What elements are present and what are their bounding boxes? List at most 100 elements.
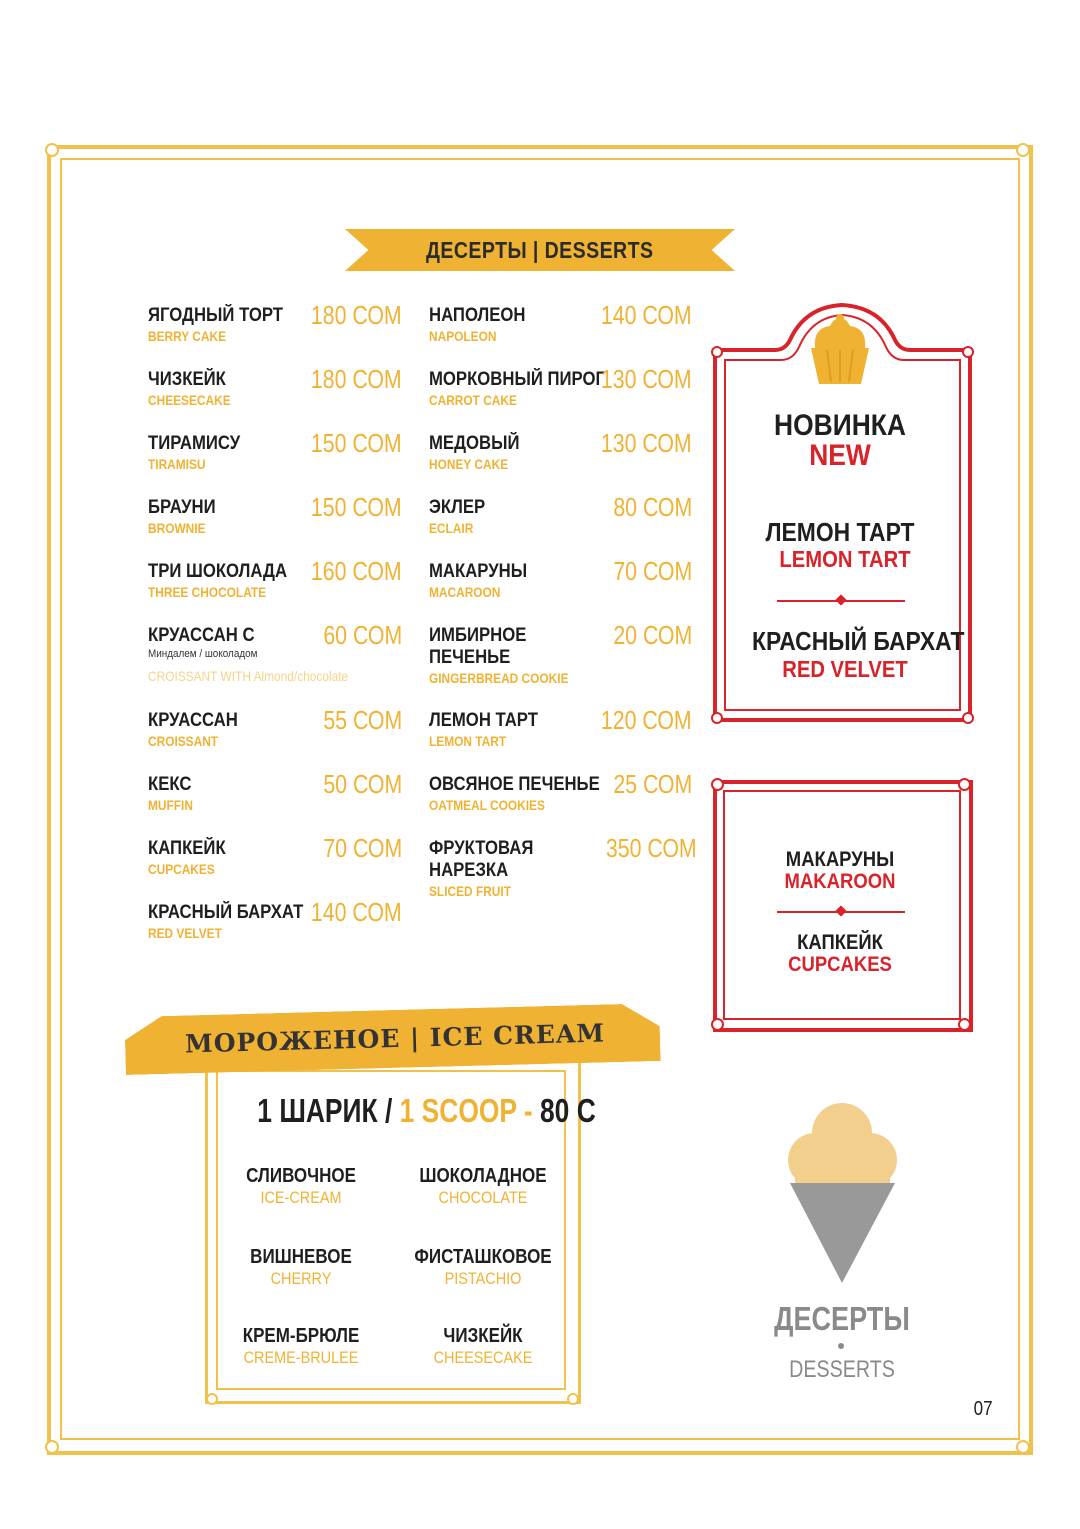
promo-corner-dot — [711, 1018, 724, 1031]
new-item-ru: ЛЕМОН ТАРТ — [765, 517, 915, 547]
flavor-ru: КРЕМ-БРЮЛЕ — [242, 1325, 360, 1347]
item-name-en: BROWNIE — [148, 520, 206, 536]
item-name-en: MUFFIN — [148, 797, 193, 813]
item-name-en: GINGERBREAD COOKIE — [429, 670, 569, 686]
flavor-en: CHOCOLATE — [438, 1188, 528, 1207]
menu-item: КЕКС MUFFIN — [148, 774, 201, 814]
item-name-ru: КЕКС — [148, 774, 192, 795]
scoop-ru: 1 ШАРИК / — [257, 1092, 393, 1129]
item-name-en: BERRY CAKE — [148, 328, 227, 344]
promo-corner-dot — [958, 1018, 971, 1031]
item-name-en: MACAROON — [429, 584, 501, 600]
new-item-ru: КРАСНЫЙ БАРХАТ — [752, 626, 965, 656]
menu-item: КРУАССАН CROISSANT — [148, 710, 250, 750]
item-name-en: RED VELVET — [148, 925, 222, 941]
item-name-en: THREE CHOCOLATE — [148, 584, 267, 600]
item-price: 130 СОМ — [601, 364, 692, 394]
menu-item: НАПОЛЕОН NAPOLEON — [429, 305, 539, 345]
scoop-price: 80 С — [539, 1092, 596, 1129]
item-name-ru: МАКАРУНЫ — [429, 561, 528, 582]
item-name-ru: МЕДОВЫЙ — [429, 433, 520, 454]
flavor-item: ШОКОЛАДНОЕ CHOCOLATE — [398, 1164, 568, 1208]
item-name-en: CHEESECAKE — [148, 392, 231, 408]
menu-item: МОРКОВНЫЙ ПИРОГ CARROT CAKE — [429, 369, 629, 409]
item-price: 70 СОМ — [613, 556, 692, 586]
promo-item-ru: КАПКЕЙК — [797, 931, 883, 954]
item-name-ru: КРАСНЫЙ БАРХАТ — [148, 902, 304, 923]
menu-item: ЯГОДНЫЙ ТОРТ BERRY CAKE — [148, 305, 301, 345]
item-name-ru: МОРКОВНЫЙ ПИРОГ — [429, 369, 605, 390]
menu-item: ТИРАМИСУ TIRAMISU — [148, 433, 253, 473]
menu-item: ИМБИРНОЕ ПЕЧЕНЬЕ GINGERBREAD COOKIE — [429, 625, 593, 687]
flavor-ru: СЛИВОЧНОЕ — [246, 1165, 356, 1187]
item-name-en: CROISSANT — [148, 733, 219, 749]
flavor-item: ФИСТАШКОВОЕ PISTACHIO — [398, 1245, 568, 1289]
flavor-item: КРЕМ-БРЮЛЕ CREME-BRULEE — [216, 1324, 386, 1368]
page-number: 07 — [973, 1398, 993, 1420]
item-name-ru: БРАУНИ — [148, 497, 216, 518]
item-name-ru: ТРИ ШОКОЛАДА — [148, 561, 288, 582]
section-label-dot — [838, 1343, 844, 1349]
desserts-header: ДЕСЕРТЫ | DESSERTS — [426, 236, 654, 263]
cupcake-icon — [811, 314, 869, 384]
frame-corner-dot — [45, 1440, 59, 1454]
menu-item: МЕДОВЫЙ HONEY CAKE — [429, 433, 532, 473]
flavor-item: ВИШНЕВОЕ CHERRY — [216, 1245, 386, 1289]
item-name-ru: ЯГОДНЫЙ ТОРТ — [148, 305, 284, 326]
item-price: 20 СОМ — [613, 620, 692, 650]
flavor-ru: ФИСТАШКОВОЕ — [414, 1246, 552, 1268]
flavor-en: ICE-CREAM — [260, 1188, 342, 1207]
item-price: 150 СОМ — [311, 492, 402, 522]
frame-corner-dot — [45, 143, 59, 157]
menu-item: БРАУНИ BROWNIE — [148, 497, 225, 537]
section-label-en: DESSERTS — [789, 1356, 895, 1383]
item-name-ru: ЛЕМОН ТАРТ — [429, 710, 538, 731]
menu-item: ЛЕМОН ТАРТ LEMON TART — [429, 710, 553, 750]
item-name-en: TIRAMISU — [148, 456, 206, 472]
promo-corner-dot — [958, 778, 971, 791]
promo-item-en: CUPCAKES — [788, 953, 892, 976]
item-name-ru: ИМБИРНОЕ — [429, 625, 527, 646]
scoop-en: 1 SCOOP - — [399, 1092, 533, 1129]
item-price: 180 СОМ — [311, 364, 402, 394]
frame-corner-dot — [1016, 143, 1030, 157]
menu-item: ТРИ ШОКОЛАДА THREE CHOCOLATE — [148, 561, 306, 601]
item-name-ru: ОВСЯНОЕ ПЕЧЕНЬЕ — [429, 774, 600, 795]
ice-cream-price-line: 1 ШАРИК / 1 SCOOP - 80 С — [215, 1092, 595, 1130]
new-title-ru: НОВИНКА — [774, 409, 906, 442]
red-divider — [777, 600, 905, 602]
flavor-ru: ШОКОЛАДНОЕ — [419, 1165, 547, 1187]
item-name-en: ECLAIR — [429, 520, 474, 536]
item-price: 50 СОМ — [323, 769, 402, 799]
item-price: 80 СОМ — [613, 492, 692, 522]
item-price: 350 СОМ — [606, 833, 697, 863]
promo-box-inner — [723, 790, 961, 1020]
menu-item: ЧИЗКЕЙК CHEESECAKE — [148, 369, 245, 409]
item-name-en: OATMEAL COOKIES — [429, 797, 545, 813]
item-price: 150 СОМ — [311, 428, 402, 458]
item-name-ru: КАПКЕЙК — [148, 838, 226, 859]
item-name-en: SLICED FRUIT — [429, 883, 511, 899]
item-price: 60 СОМ — [323, 620, 402, 650]
item-name-en: CROISSANT WITH Almond/chocolate — [148, 668, 349, 684]
flavor-ru: ВИШНЕВОЕ — [250, 1246, 352, 1268]
ice-cream-cone-icon — [788, 1103, 897, 1283]
item-price: 120 СОМ — [601, 705, 692, 735]
item-name-ru-line2: НАРЕЗКА — [429, 860, 509, 881]
menu-item: ФРУКТОВАЯ НАРЕЗКА SLICED FRUIT — [429, 838, 548, 900]
flavor-item: СЛИВОЧНОЕ ICE-CREAM — [216, 1164, 386, 1208]
flavor-en: CREME-BRULEE — [243, 1348, 359, 1367]
menu-item: МАКАРУНЫ MACAROON — [429, 561, 540, 601]
menu-item: ОВСЯНОЕ ПЕЧЕНЬЕ OATMEAL COOKIES — [429, 774, 623, 814]
flavor-en: CHEESECAKE — [433, 1348, 533, 1367]
new-title-en: NEW — [809, 439, 871, 472]
item-price: 25 СОМ — [613, 769, 692, 799]
promo-corner-dot — [711, 778, 724, 791]
item-price: 130 СОМ — [601, 428, 692, 458]
item-name-en: LEMON TART — [429, 733, 507, 749]
promo-item-ru: МАКАРУНЫ — [785, 848, 895, 871]
item-name-ru: ФРУКТОВАЯ — [429, 838, 534, 859]
desserts-banner: ДЕСЕРТЫ | DESSERTS — [345, 229, 735, 271]
ice-corner-dot — [567, 1393, 579, 1405]
ice-corner-dot — [206, 1393, 218, 1405]
